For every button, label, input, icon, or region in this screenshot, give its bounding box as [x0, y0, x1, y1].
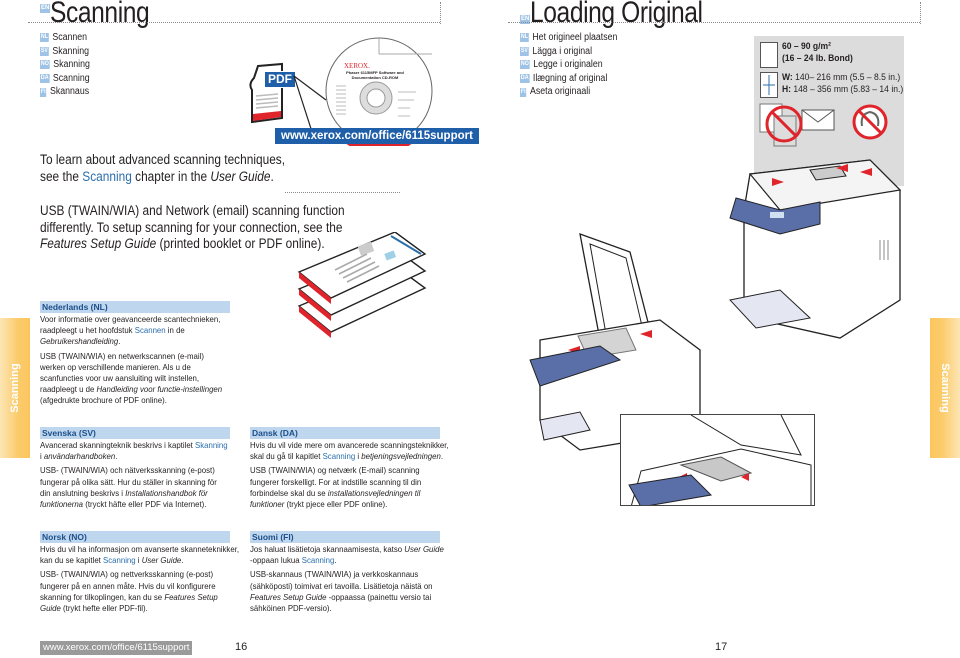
cd-title: Phaser 6115MFP Software and Documentatio… [346, 70, 404, 80]
support-url-banner[interactable]: www.xerox.com/office/6115support [275, 128, 479, 144]
translation-box-nl: Nederlands (NL) Voor informatie over gea… [40, 301, 230, 410]
translation-da-right: DA Ilægning af original [520, 72, 608, 84]
printer-adf-illustration [720, 150, 930, 350]
no-paperclips-icon [850, 102, 890, 147]
page-number-right: 17 [715, 641, 728, 653]
link-scannen[interactable]: Scannen [135, 325, 166, 335]
box-header-sv: Svenska (SV) [40, 427, 230, 439]
translation-box-no: Norsk (NO) Hvis du vil ha informasjon om… [40, 531, 240, 614]
book-on-glass-inset [620, 414, 815, 506]
advanced-scanning-intro: To learn about advanced scanning techniq… [40, 152, 286, 184]
footer-support-url[interactable]: www.xerox.com/office/6115support [40, 641, 193, 655]
translation-fi-right: FI Aseta originaali [520, 86, 591, 98]
link-scanning-fi[interactable]: Scanning [302, 555, 335, 565]
header-divider-vertical [440, 2, 441, 24]
lang-tag-en: EN [40, 4, 51, 14]
paper-dimensions-icon [760, 72, 778, 98]
link-scanning-no[interactable]: Scanning [103, 555, 136, 565]
box-header-da: Dansk (DA) [250, 427, 440, 439]
translation-sv-right: SV Lägga i original [520, 45, 593, 57]
translation-box-sv: Svenska (SV) Avancerad skanningteknik be… [40, 427, 230, 513]
printed-booklets-icon [295, 231, 445, 342]
translation-box-da: Dansk (DA) Hvis du vil vide mere om avan… [250, 427, 449, 510]
cd-brand: XEROX. [344, 62, 370, 70]
page-title-loading-original: Loading Original [530, 0, 703, 29]
translation-sv: SV Skanning [40, 45, 90, 57]
header-divider [28, 22, 440, 23]
translation-da: DA Scanning [40, 72, 90, 84]
translation-nl: NL Scannen [40, 32, 88, 43]
translation-no: NO Skanning [40, 59, 90, 71]
title-translations-right: NL Het origineel plaatsen SV Lägga i origi… [520, 31, 617, 99]
box-header-fi: Suomi (FI) [250, 531, 440, 543]
page-title-scanning: Scanning [50, 0, 150, 29]
right-page-header: EN [520, 11, 531, 29]
box-header-no: Norsk (NO) [40, 531, 230, 543]
link-skanning-sv[interactable]: Skanning [195, 440, 228, 450]
translation-no-right: NO Legge i originalen [520, 59, 603, 71]
box-header-nl: Nederlands (NL) [40, 301, 230, 313]
section-tab-scanning-left[interactable]: Scanning [0, 318, 30, 458]
paper-weight: 60 – 90 g/m² (16 – 24 lb. Bond) [782, 41, 853, 64]
link-scanning-da[interactable]: Scanning [323, 451, 356, 461]
pdf-document-icon: PDF [246, 62, 296, 124]
page-number-left: 16 [235, 641, 248, 653]
intro-divider [285, 192, 400, 193]
section-tab-scanning-right[interactable]: Scanning [930, 318, 960, 458]
header-divider-vertical-right [920, 2, 921, 24]
scanning-chapter-link[interactable]: Scanning [82, 169, 132, 184]
header-divider-right [508, 22, 920, 23]
translation-box-fi: Suomi (FI) Jos haluat lisätietoja skanna… [250, 531, 444, 614]
paper-sheet-icon [760, 42, 778, 68]
translation-fi: FI Skannaus [40, 86, 90, 98]
no-mixed-media-icon [758, 102, 848, 155]
title-translations: NL Scannen SV Skanning NO Skanning DA Scanni… [40, 31, 90, 99]
translation-nl-right: NL Het origineel plaatsen [520, 32, 618, 43]
left-page-header: EN [40, 0, 51, 18]
paper-dimensions: W: 140– 216 mm (5.5 – 8.5 in.) H: 148 – … [782, 72, 904, 95]
